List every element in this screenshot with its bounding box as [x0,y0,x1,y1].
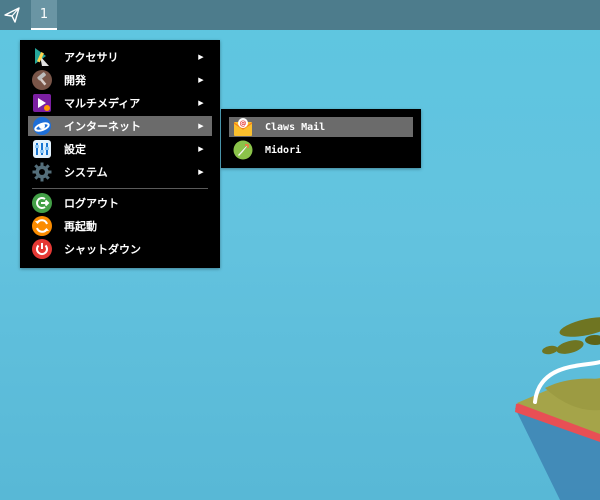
claws-mail-icon: @ [233,117,253,137]
taskbar: 1 [0,0,600,30]
menu-item-label: アクセサリ [64,51,119,64]
submenu-item-label: Midori [265,144,302,156]
menu-item-label: システム [64,166,108,179]
submenu-arrow-icon: ▶ [198,122,204,130]
logout-icon [32,193,52,213]
menu-item-accessories[interactable]: アクセサリ ▶ [28,47,212,67]
menu-item-label: インターネット [64,120,141,133]
submenu-item-midori[interactable]: Midori [229,140,413,160]
submenu-arrow-icon: ▶ [198,53,204,61]
menu-item-settings[interactable]: 設定 ▶ [28,139,212,159]
menu-item-label: 設定 [64,143,86,156]
submenu-arrow-icon: ▶ [198,99,204,107]
menu-item-label: ログアウト [64,197,119,210]
application-menu-button[interactable] [0,0,24,30]
svg-text:@: @ [240,120,247,128]
submenu-arrow-icon: ▶ [198,145,204,153]
menu-item-reboot[interactable]: 再起動 [28,216,212,236]
internet-submenu: @ Claws Mail Midori [221,109,421,168]
midori-icon [233,140,253,160]
multimedia-icon [32,93,52,113]
submenu-item-label: Claws Mail [265,121,326,133]
menu-item-multimedia[interactable]: マルチメディア ▶ [28,93,212,113]
menu-item-development[interactable]: 開発 ▶ [28,70,212,90]
submenu-arrow-icon: ▶ [198,76,204,84]
development-icon [32,70,52,90]
settings-icon [32,139,52,159]
wallpaper-island-graphic [515,317,600,500]
main-menu: アクセサリ ▶ 開発 ▶ マルチメディア ▶ インターネット ▶ 設定 ▶ シス… [20,40,220,268]
submenu-arrow-icon: ▶ [198,168,204,176]
menu-item-system[interactable]: システム ▶ [28,162,212,182]
menu-item-internet[interactable]: インターネット ▶ [28,116,212,136]
menu-item-logout[interactable]: ログアウト [28,193,212,213]
internet-icon [32,116,52,136]
menu-item-label: シャットダウン [64,243,141,256]
menu-item-label: 再起動 [64,220,97,233]
accessories-icon [32,47,52,67]
paper-plane-icon [4,7,20,23]
menu-item-label: マルチメディア [64,97,141,110]
workspace-label: 1 [39,6,49,22]
reboot-icon [32,216,52,236]
shutdown-icon [32,239,52,259]
menu-item-shutdown[interactable]: シャットダウン [28,239,212,259]
submenu-item-claws-mail[interactable]: @ Claws Mail [229,117,413,137]
menu-separator [32,188,208,189]
menu-item-label: 開発 [64,74,86,87]
workspace-button[interactable]: 1 [31,0,57,30]
system-icon [32,162,52,182]
